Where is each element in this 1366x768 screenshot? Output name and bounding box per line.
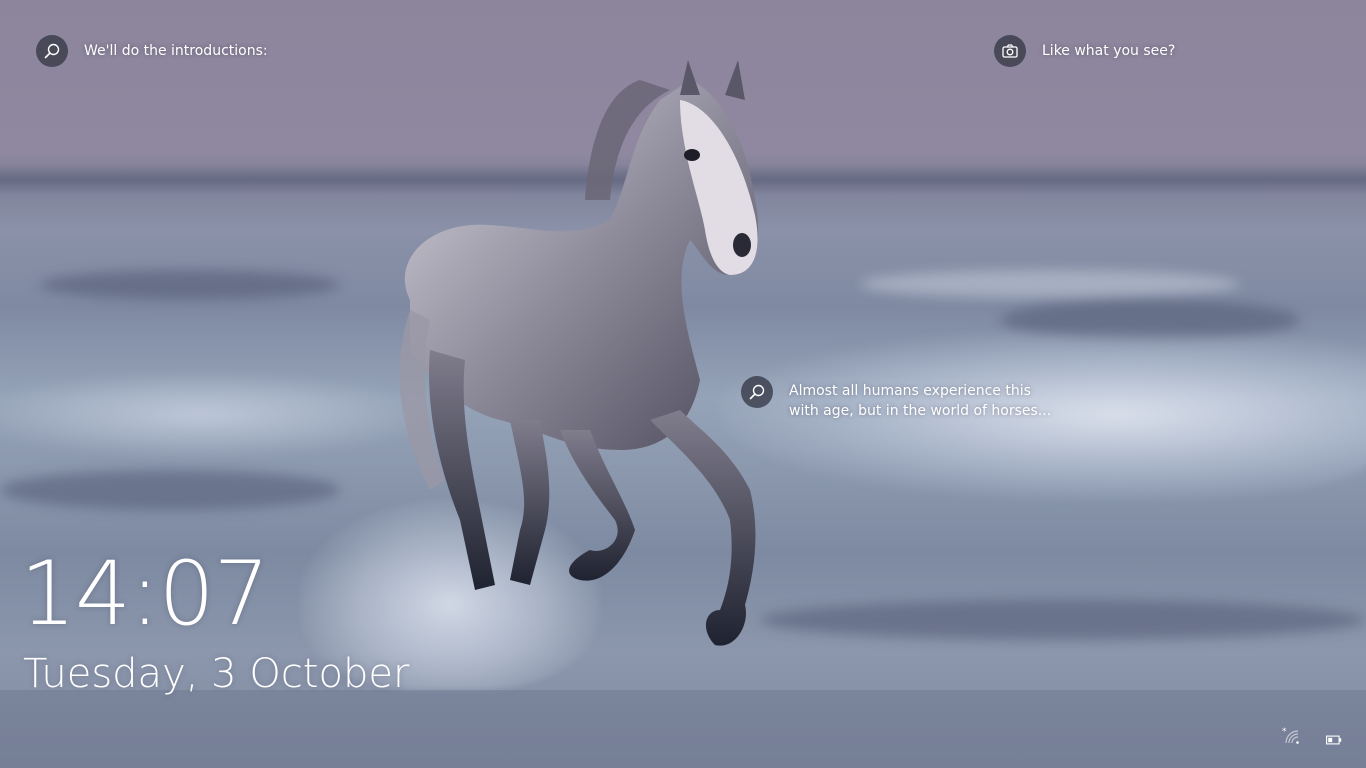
search-icon[interactable] — [741, 376, 773, 408]
spotlight-like-text[interactable]: Like what you see? — [1042, 41, 1175, 61]
search-icon[interactable] — [36, 35, 68, 67]
spotlight-intro-text[interactable]: We'll do the introductions: — [84, 41, 268, 61]
camera-icon[interactable] — [994, 35, 1026, 67]
wave — [760, 600, 1366, 640]
svg-text:*: * — [1282, 727, 1287, 737]
wet-sand — [0, 690, 1366, 768]
wave — [40, 270, 340, 300]
spotlight-intro[interactable]: We'll do the introductions: — [36, 35, 268, 67]
lock-clock: 14:07 — [20, 542, 270, 645]
spotlight-like[interactable]: Like what you see? — [994, 35, 1175, 67]
battery-icon[interactable] — [1326, 731, 1342, 745]
lock-screen[interactable]: We'll do the introductions: Like what yo… — [0, 0, 1366, 768]
wave — [860, 270, 1240, 298]
wifi-disconnected-icon[interactable]: * — [1282, 727, 1300, 745]
lock-date: Tuesday, 3 October — [23, 651, 410, 697]
spotlight-hotspot-text[interactable]: Almost all humans experience this with a… — [789, 381, 1059, 421]
wave — [0, 470, 340, 510]
spotlight-hotspot[interactable]: Almost all humans experience this with a… — [741, 376, 1059, 421]
horse-image — [399, 60, 759, 646]
